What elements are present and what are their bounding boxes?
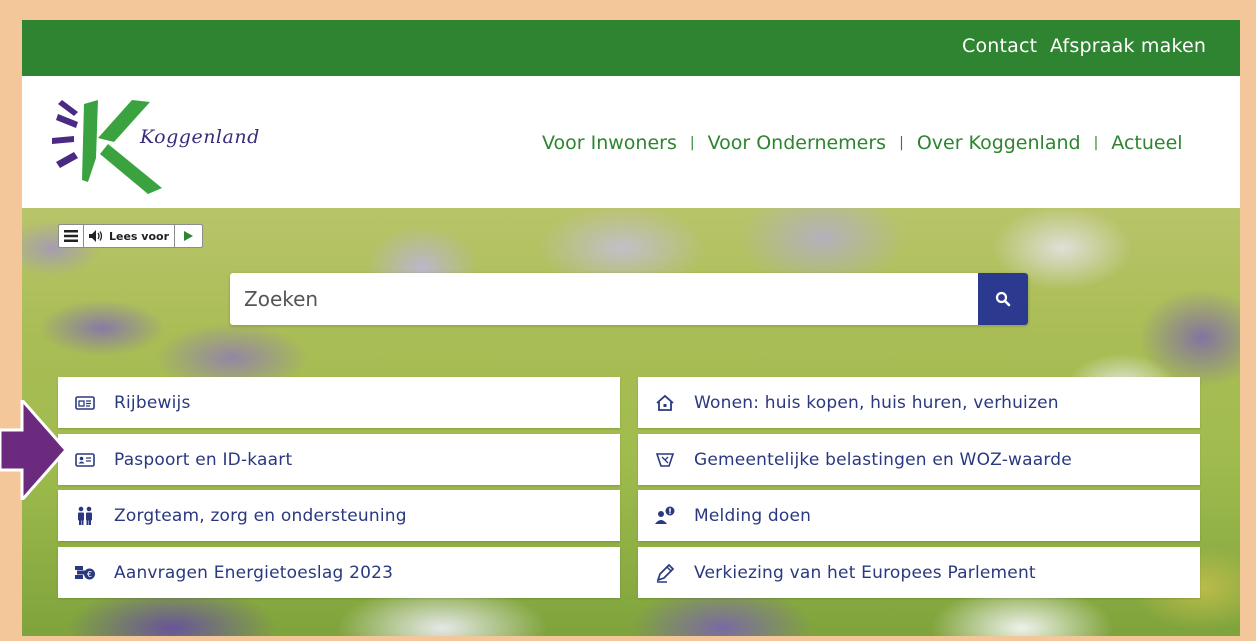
tile-verkiezing[interactable]: Verkiezing van het Europees Parlement <box>638 547 1200 598</box>
tile-label: Verkiezing van het Europees Parlement <box>694 562 1036 583</box>
main-navigation: Voor Inwoners | Voor Ondernemers | Over … <box>542 132 1183 154</box>
tile-label: Rijbewijs <box>114 392 191 413</box>
tax-icon <box>654 449 676 471</box>
tile-rijbewijs[interactable]: Rijbewijs <box>58 377 620 428</box>
logo-text: Koggenland <box>140 126 260 148</box>
people-icon <box>74 505 96 527</box>
nav-voor-inwoners[interactable]: Voor Inwoners <box>542 132 677 154</box>
pencil-icon <box>654 562 676 584</box>
report-icon <box>654 505 676 527</box>
search-bar <box>230 273 1028 325</box>
readspeaker-toolbar: Lees voor <box>58 224 204 248</box>
passport-icon <box>74 449 96 471</box>
tile-label: Gemeentelijke belastingen en WOZ-waarde <box>694 449 1072 470</box>
id-card-icon <box>74 392 96 414</box>
nav-actueel[interactable]: Actueel <box>1111 132 1182 154</box>
search-icon <box>995 291 1011 307</box>
svg-text:€: € <box>87 570 92 579</box>
house-icon <box>654 392 676 414</box>
tile-label: Zorgteam, zorg en ondersteuning <box>114 505 407 526</box>
tile-belastingen[interactable]: Gemeentelijke belastingen en WOZ-waarde <box>638 434 1200 485</box>
tile-label: Wonen: huis kopen, huis huren, verhuizen <box>694 392 1059 413</box>
search-input[interactable] <box>230 273 978 325</box>
money-icon: € <box>74 562 96 584</box>
top-bar: Contact Afspraak maken <box>22 20 1240 76</box>
lees-voor-button[interactable]: Lees voor <box>84 225 176 247</box>
nav-voor-ondernemers[interactable]: Voor Ondernemers <box>708 132 887 154</box>
tile-energietoeslag[interactable]: € Aanvragen Energietoeslag 2023 <box>58 547 620 598</box>
play-button[interactable] <box>175 225 202 247</box>
tile-wonen[interactable]: Wonen: huis kopen, huis huren, verhuizen <box>638 377 1200 428</box>
readspeaker-menu-button[interactable] <box>59 225 84 247</box>
afspraak-maken-link[interactable]: Afspraak maken <box>1050 35 1206 57</box>
hero-banner: Lees voor Rijbewijs <box>22 208 1240 636</box>
speaker-icon <box>89 230 103 242</box>
nav-separator: | <box>899 135 904 151</box>
tile-label: Aanvragen Energietoeslag 2023 <box>114 562 394 583</box>
nav-separator: | <box>1093 135 1099 151</box>
contact-link[interactable]: Contact <box>962 35 1037 57</box>
nav-over-koggenland[interactable]: Over Koggenland <box>917 132 1081 154</box>
play-icon <box>184 231 194 241</box>
lees-voor-label: Lees voor <box>109 229 170 243</box>
search-button[interactable] <box>978 273 1028 325</box>
nav-separator: | <box>689 135 695 151</box>
hamburger-icon <box>64 230 78 242</box>
browser-viewport: Contact Afspraak maken Koggenland Voor I… <box>22 20 1240 636</box>
tile-zorgteam[interactable]: Zorgteam, zorg en ondersteuning <box>58 490 620 541</box>
site-header: Koggenland Voor Inwoners | Voor Ondernem… <box>22 76 1240 208</box>
tile-label: Melding doen <box>694 505 812 526</box>
koggenland-logo[interactable]: Koggenland <box>52 96 272 196</box>
tile-label: Paspoort en ID-kaart <box>114 449 293 470</box>
tile-melding[interactable]: Melding doen <box>638 490 1200 541</box>
annotation-arrow-icon <box>0 400 68 500</box>
tile-paspoort[interactable]: Paspoort en ID-kaart <box>58 434 620 485</box>
